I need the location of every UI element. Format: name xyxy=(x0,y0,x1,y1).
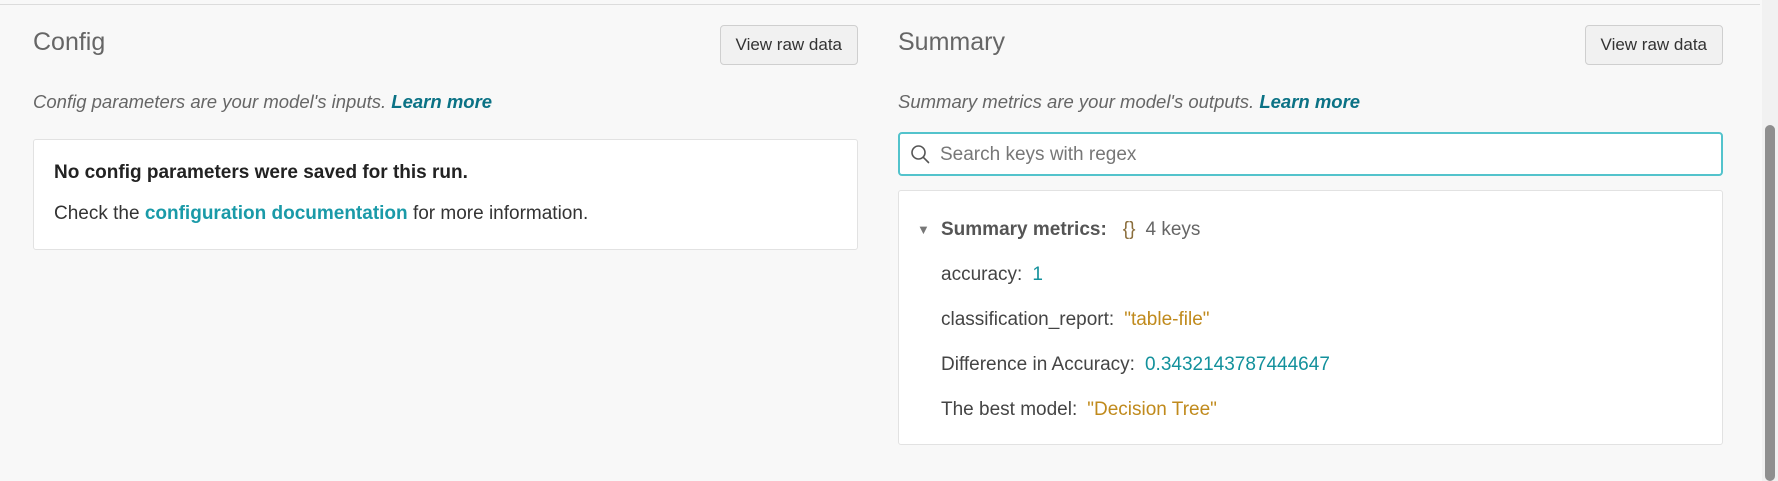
metric-key: classification_report: xyxy=(941,308,1115,330)
config-description-text: Config parameters are your model's input… xyxy=(33,91,387,112)
metric-key: Difference in Accuracy: xyxy=(941,353,1135,375)
metric-row: Difference in Accuracy: 0.34321437874446… xyxy=(917,342,1722,387)
config-info-suffix: for more information. xyxy=(412,203,589,224)
metric-row: classification_report: "table-file" xyxy=(917,297,1722,342)
metric-key: accuracy: xyxy=(941,263,1023,285)
config-description: Config parameters are your model's input… xyxy=(33,91,858,115)
summary-search-box xyxy=(898,132,1723,176)
summary-metrics-label: Summary metrics: xyxy=(941,218,1107,240)
metric-value: 0.3432143787444647 xyxy=(1144,353,1330,375)
config-panel: Config View raw data Config parameters a… xyxy=(33,22,858,250)
summary-header: Summary View raw data xyxy=(898,22,1723,68)
config-view-raw-data-button[interactable]: View raw data xyxy=(719,25,858,65)
search-icon xyxy=(911,145,930,164)
summary-description-text: Summary metrics are your model's outputs… xyxy=(898,91,1255,112)
summary-metrics-root[interactable]: ▼ Summary metrics: {} 4 keys xyxy=(917,207,1722,252)
top-divider xyxy=(0,4,1760,5)
metric-key: The best model: xyxy=(941,398,1078,420)
summary-view-raw-data-button[interactable]: View raw data xyxy=(1584,25,1723,65)
config-learn-more-link[interactable]: Learn more xyxy=(391,91,492,112)
metric-row: accuracy: 1 xyxy=(917,252,1722,297)
summary-title: Summary xyxy=(898,28,1005,56)
metric-value: "table-file" xyxy=(1124,308,1210,330)
search-keys-input[interactable] xyxy=(938,134,1713,176)
summary-panel: Summary View raw data Summary metrics ar… xyxy=(898,22,1723,445)
metric-row: The best model: "Decision Tree" xyxy=(917,387,1722,432)
metric-value: "Decision Tree" xyxy=(1087,398,1217,420)
summary-learn-more-link[interactable]: Learn more xyxy=(1259,91,1360,112)
object-braces: {} xyxy=(1122,218,1136,240)
config-empty-headline: No config parameters were saved for this… xyxy=(54,162,468,183)
key-count: 4 keys xyxy=(1145,218,1201,240)
configuration-documentation-link[interactable]: configuration documentation xyxy=(145,203,408,224)
config-title: Config xyxy=(33,28,106,56)
config-info-prefix: Check the xyxy=(54,203,140,224)
config-header: Config View raw data xyxy=(33,22,858,68)
summary-description: Summary metrics are your model's outputs… xyxy=(898,91,1723,115)
summary-metrics-tree: ▼ Summary metrics: {} 4 keys accuracy: 1… xyxy=(898,190,1723,445)
page-scrollbar[interactable] xyxy=(1762,0,1778,481)
scrollbar-thumb[interactable] xyxy=(1765,125,1775,481)
caret-down-icon[interactable]: ▼ xyxy=(917,222,941,237)
metric-value: 1 xyxy=(1032,263,1043,285)
config-info-text: Check the configuration documentation fo… xyxy=(54,203,837,225)
config-empty-state: No config parameters were saved for this… xyxy=(33,139,858,250)
